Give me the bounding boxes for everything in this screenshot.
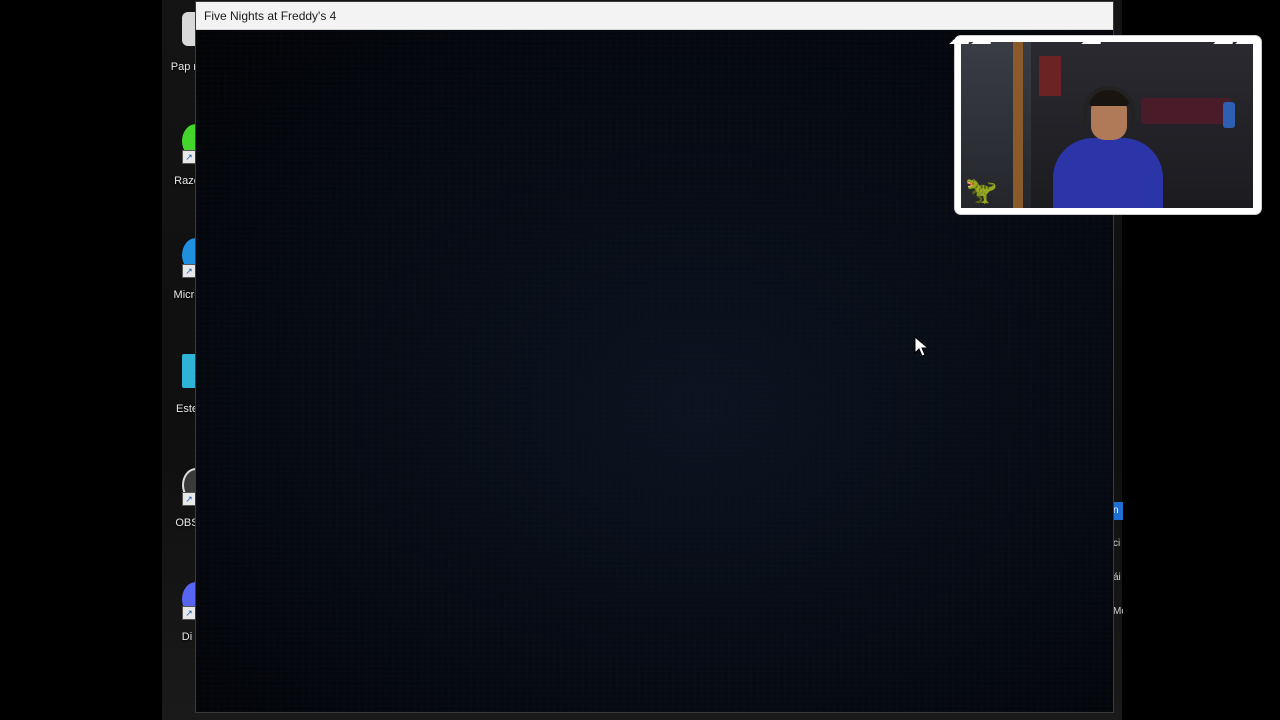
cloud-icon: ☁☁: [1212, 24, 1256, 49]
cloud-icon: ☁☁: [948, 24, 992, 49]
webcam-person-body: [1053, 138, 1163, 208]
window-title: Five Nights at Freddy's 4: [204, 8, 337, 23]
mouse-cursor-icon: [914, 336, 930, 357]
webcam-feed: [961, 42, 1253, 208]
dino-icon: 🦖: [965, 175, 998, 205]
cloud-icon: ☁: [1080, 24, 1102, 49]
shortcut-arrow-icon: ↗: [182, 150, 196, 164]
right-peek-item[interactable]: ci: [1113, 538, 1123, 549]
right-peek-item[interactable]: n: [1113, 502, 1123, 520]
shortcut-arrow-icon: ↗: [182, 606, 196, 620]
shortcut-arrow-icon: ↗: [182, 492, 196, 506]
webcam-bottle: [1223, 102, 1235, 128]
webcam-person: [1053, 86, 1163, 208]
right-peek-item[interactable]: Mc: [1113, 606, 1123, 617]
headset-icon: [1083, 86, 1135, 126]
right-peek-item[interactable]: ái: [1113, 572, 1123, 583]
webcam-overlay: [955, 36, 1261, 214]
webcam-door: [1013, 42, 1023, 208]
shortcut-arrow-icon: ↗: [182, 264, 196, 278]
screen: Pap re ↗ Raze ↗ Micro Este ↗ OBS ↗ Di n …: [0, 0, 1280, 720]
webcam-poster: [1039, 56, 1061, 96]
